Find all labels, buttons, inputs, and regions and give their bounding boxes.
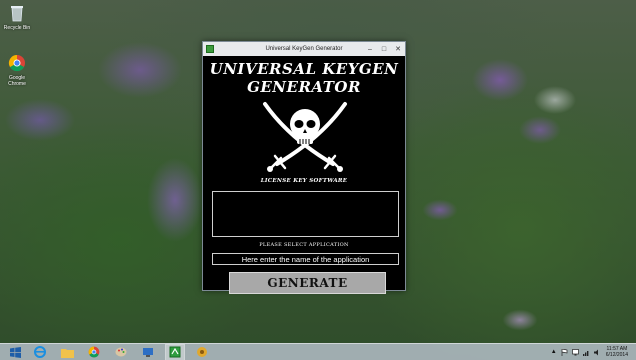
ie-icon [34,346,46,358]
tray-volume-icon[interactable] [594,348,602,356]
window-titlebar[interactable]: Universal KeyGen Generator – □ ✕ [203,42,405,56]
start-button[interactable] [8,345,22,359]
heading-line-2: GENERATOR [247,78,361,96]
window-title: Universal KeyGen Generator [265,46,343,52]
subtitle: LICENSE KEY SOFTWARE [260,178,348,184]
taskbar-clock[interactable]: 11:57 AM 6/12/2014 [606,346,628,358]
taskbar-network-app[interactable] [139,345,157,360]
folder-icon [60,348,74,358]
keygen-window: Universal KeyGen Generator – □ ✕ UNIVERS… [202,41,406,294]
taskbar: ▲ 11:57 AM 6/12/2014 [0,343,636,360]
generate-button[interactable]: GENERATE [229,272,386,294]
tray-flag-icon[interactable] [561,348,569,356]
chrome-icon [88,346,100,358]
heading-line-1: UNIVERSAL KEYGEN [209,60,399,78]
taskbar-file-explorer[interactable] [58,345,76,360]
paint-palette-icon [115,347,127,357]
taskbar-paint[interactable] [112,345,130,360]
desktop-icon-recycle-bin[interactable]: Recycle Bin [2,3,32,31]
network-app-icon [143,348,153,357]
tray-monitor-icon[interactable] [572,348,580,356]
taskbar-keygen-app[interactable] [165,343,185,360]
taskbar-media-app[interactable] [193,345,211,360]
keygen-app-icon [169,346,181,358]
desktop-icon-label: Recycle Bin [3,25,31,31]
desktop-icon-google-chrome[interactable]: Google Chrome [2,53,32,87]
desktop-icon-label: Google Chrome [8,75,26,87]
chrome-icon [8,53,26,73]
recycle-bin-icon [8,3,26,23]
system-tray: ▲ 11:57 AM 6/12/2014 [547,344,636,360]
skull-crossed-swords-icon [263,102,347,172]
application-name-input[interactable] [212,253,399,265]
select-application-label: PLEASE SELECT APPLICATION [259,242,349,248]
media-app-icon [197,347,207,357]
taskbar-ie[interactable] [31,345,49,360]
clock-date: 6/12/2014 [605,352,628,358]
taskbar-chrome[interactable] [85,345,103,360]
license-key-output[interactable] [212,191,399,237]
tray-up-arrow-icon[interactable]: ▲ [550,348,558,356]
window-content: UNIVERSAL KEYGEN GENERATOR LICENSE KEY S… [203,56,405,294]
windows-start-icon [9,346,21,358]
tray-network-icon[interactable] [583,348,591,356]
